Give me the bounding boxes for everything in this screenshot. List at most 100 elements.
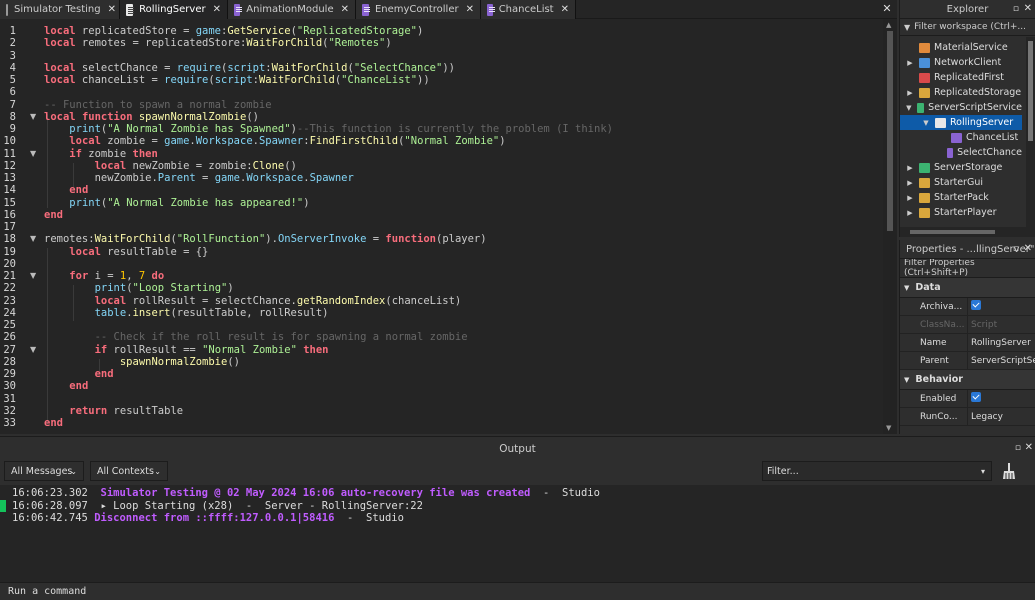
line-number: 9: [9, 123, 16, 135]
module-script-icon: [362, 3, 370, 16]
pin-icon[interactable]: ▫: [1013, 244, 1019, 254]
code-area[interactable]: local replicatedStore = game:GetService(…: [44, 19, 883, 434]
fold-chevron-icon[interactable]: ▼: [30, 345, 39, 354]
tree-item-label: RollingServer: [950, 117, 1014, 128]
tab-close-icon[interactable]: ✕: [108, 4, 116, 15]
chevron-down-icon: ▼: [904, 283, 910, 292]
log-source: - Studio: [334, 512, 404, 524]
close-icon[interactable]: ✕: [1024, 243, 1032, 254]
pin-icon[interactable]: ▫: [1015, 443, 1021, 453]
editor-close-icon[interactable]: ✕: [880, 2, 894, 16]
close-icon[interactable]: ✕: [1025, 442, 1033, 453]
scrollbar-thumb[interactable]: [887, 31, 893, 231]
section-behavior[interactable]: ▼ Behavior: [900, 370, 1035, 390]
module-script-icon: [234, 3, 243, 16]
chevron-right-icon[interactable]: ▶: [906, 89, 914, 97]
log-source[interactable]: - Server - RollingServer:22: [233, 500, 423, 512]
tree-item-replicatedstorage[interactable]: ▶ ReplicatedStorage: [900, 85, 1022, 100]
tree-item-replicatedfirst[interactable]: ReplicatedFirst: [900, 70, 1022, 85]
server-script-service-icon: [916, 102, 925, 113]
editor-vertical-scrollbar[interactable]: ▲ ▼: [883, 19, 897, 434]
tree-item-starterpack[interactable]: ▶ StarterPack: [900, 190, 1022, 205]
chevron-down-icon[interactable]: ▼: [922, 119, 930, 127]
tree-item-label: ReplicatedStorage: [934, 87, 1022, 98]
code-line-15: print("A Normal Zombie has appeared!"): [69, 197, 310, 209]
tab-chance-list[interactable]: ChanceList ✕: [481, 0, 576, 19]
log-time: 16:06:42.745: [12, 512, 88, 524]
output-filter-input[interactable]: Filter... ▾: [762, 461, 992, 481]
properties-title-bar: Properties - ...llingServer" ▫ ✕: [900, 240, 1035, 259]
explorer-vertical-scrollbar[interactable]: [1026, 37, 1035, 227]
checkbox-checked-icon[interactable]: [971, 300, 981, 310]
property-row-runcontext[interactable]: RunCo... Legacy: [900, 408, 1035, 426]
messages-filter-dropdown[interactable]: All Messages ⌄: [4, 461, 84, 481]
tab-close-icon[interactable]: ✕: [466, 4, 474, 15]
section-data[interactable]: ▼ Data: [900, 278, 1035, 298]
checkbox-checked-icon[interactable]: [971, 392, 981, 402]
code-line-5: local chanceList = require(script:WaitFo…: [44, 74, 430, 86]
fold-chevron-icon[interactable]: ▼: [30, 112, 39, 121]
scrollbar-thumb[interactable]: [910, 230, 995, 234]
line-number: 5: [9, 74, 16, 86]
properties-filter-input[interactable]: Filter Properties (Ctrl+Shift+P): [900, 258, 1035, 278]
code-line-24: table.insert(resultTable, rollResult): [94, 307, 329, 319]
tree-item-teams[interactable]: ▶Teams: [900, 220, 1022, 221]
chevron-right-icon[interactable]: ▶: [906, 59, 914, 67]
tab-enemy-controller[interactable]: EnemyController ✕: [356, 0, 481, 19]
line-number: 31: [3, 393, 16, 405]
tree-item-materialservice[interactable]: MaterialService: [900, 40, 1022, 55]
module-script-icon: [951, 132, 962, 143]
tree-item-starterplayer[interactable]: ▶ StarterPlayer: [900, 205, 1022, 220]
script-editor[interactable]: 1 2 3 4 5 6 7 8 ▼ 9 10 11 ▼ 12 13 14 15 16 17 18 ▼ 19 20 21 ▼ 22 2…: [0, 19, 897, 434]
chevron-right-icon[interactable]: ▶: [906, 194, 914, 202]
clear-output-icon[interactable]: [1001, 462, 1017, 480]
log-entry[interactable]: 16:06:28.097 ▸ Loop Starting (x28) - Ser…: [12, 500, 423, 512]
pin-icon[interactable]: ▫: [1013, 4, 1019, 14]
tab-label: RollingServer: [139, 4, 206, 15]
code-line-18: remotes:WaitForChild("RollFunction").OnS…: [44, 233, 487, 245]
property-value[interactable]: RollingServer: [968, 338, 1035, 348]
fold-chevron-icon[interactable]: ▼: [30, 234, 39, 243]
property-value[interactable]: ServerScriptSer: [968, 356, 1035, 366]
property-row-archivable[interactable]: Archiva...: [900, 298, 1035, 316]
explorer-filter-input[interactable]: ▼ Filter workspace (Ctrl+...: [900, 19, 1035, 36]
close-icon[interactable]: ✕: [1024, 3, 1032, 14]
tab-close-icon[interactable]: ✕: [341, 4, 349, 15]
tab-close-icon[interactable]: ✕: [213, 4, 221, 15]
line-number: 33: [3, 417, 16, 429]
property-row-parent[interactable]: Parent ServerScriptSer: [900, 352, 1035, 370]
chevron-down-icon[interactable]: ▼: [906, 104, 912, 112]
scrollbar-thumb[interactable]: [1028, 41, 1033, 141]
property-row-enabled[interactable]: Enabled: [900, 390, 1035, 408]
chevron-right-icon[interactable]: ▶: [906, 209, 914, 217]
tree-item-label: StarterPlayer: [934, 207, 997, 218]
property-value[interactable]: Legacy: [968, 412, 1035, 422]
scroll-up-icon[interactable]: ▲: [886, 21, 894, 29]
tree-item-chancelist[interactable]: ChanceList: [900, 130, 1022, 145]
tree-item-selectchance[interactable]: SelectChance: [900, 145, 1022, 160]
chevron-right-icon[interactable]: ▶: [906, 164, 914, 172]
command-bar[interactable]: Run a command: [0, 582, 1035, 600]
dropdown-label: All Contexts: [97, 465, 154, 477]
studio-window: Simulator Testing ✕ RollingServer ✕ Anim…: [0, 0, 1035, 600]
tab-simulator-testing[interactable]: Simulator Testing ✕: [0, 0, 120, 19]
tree-item-startergui[interactable]: ▶ StarterGui: [900, 175, 1022, 190]
code-line-30: end: [69, 380, 89, 392]
tree-item-serverscriptservice[interactable]: ▼ ServerScriptService: [900, 100, 1022, 115]
tree-item-networkclient[interactable]: ▶ NetworkClient: [900, 55, 1022, 70]
property-value[interactable]: [968, 300, 1035, 313]
module-script-icon: [947, 147, 954, 158]
property-row-name[interactable]: Name RollingServer: [900, 334, 1035, 352]
fold-chevron-icon[interactable]: ▼: [30, 271, 39, 280]
chevron-right-icon[interactable]: ▶: [906, 179, 914, 187]
tree-item-serverstorage[interactable]: ▶ ServerStorage: [900, 160, 1022, 175]
fold-chevron-icon[interactable]: ▼: [30, 149, 39, 158]
tree-item-rollingserver[interactable]: ▼ RollingServer: [900, 115, 1022, 130]
explorer-horizontal-scrollbar[interactable]: [900, 227, 1035, 237]
contexts-filter-dropdown[interactable]: All Contexts ⌄: [90, 461, 168, 481]
scroll-down-icon[interactable]: ▼: [886, 424, 894, 432]
property-value[interactable]: [968, 392, 1035, 405]
tab-close-icon[interactable]: ✕: [561, 4, 569, 15]
tab-rolling-server[interactable]: RollingServer ✕: [120, 0, 228, 19]
tab-animation-module[interactable]: AnimationModule ✕: [228, 0, 356, 19]
